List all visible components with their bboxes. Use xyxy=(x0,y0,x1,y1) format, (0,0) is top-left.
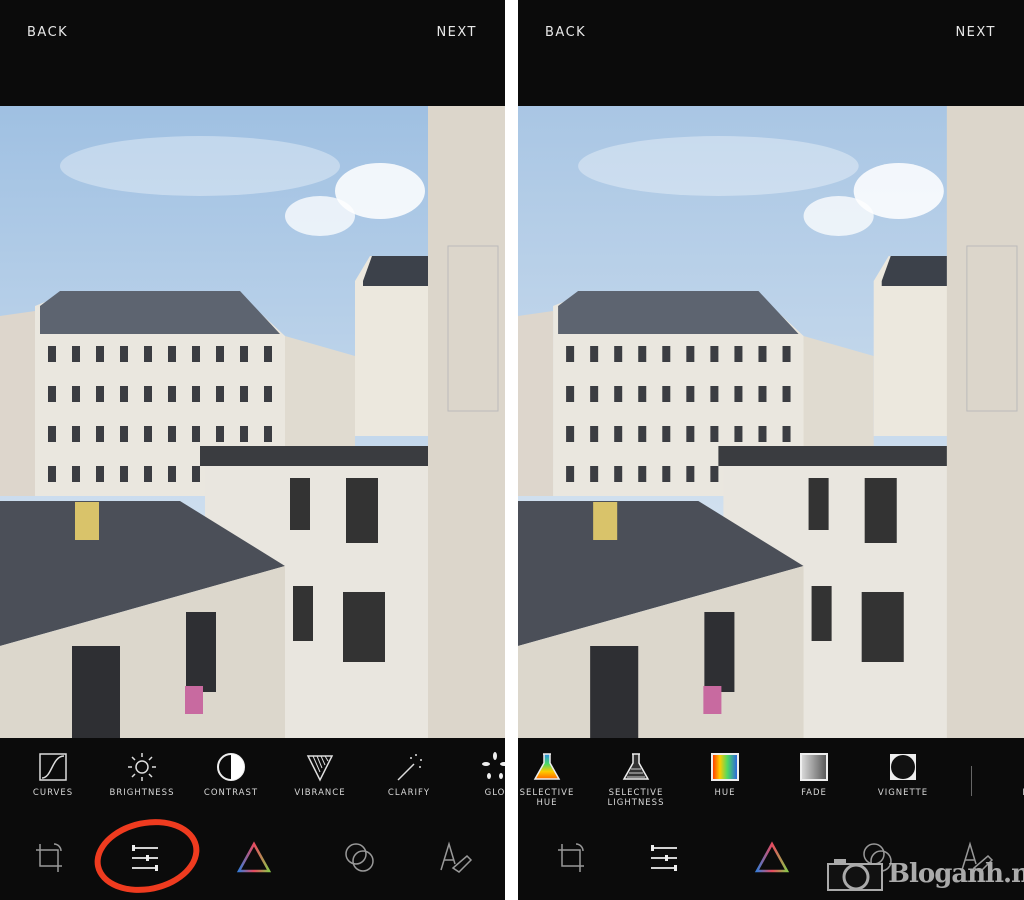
bottom-nav xyxy=(0,840,505,880)
next-button[interactable]: NEXT xyxy=(436,25,477,40)
tool-hue[interactable]: HUE xyxy=(680,752,770,798)
glow-icon xyxy=(482,752,505,779)
vibrance-icon xyxy=(306,755,334,782)
watermark-text: Bloganh.net xyxy=(888,859,1024,889)
left-editor-screen: BACK NEXT CURVES BRIGHTNESS CONTRAST VIB… xyxy=(0,0,505,900)
curves-icon xyxy=(39,753,67,781)
adjust-tools-row[interactable]: CURVES BRIGHTNESS CONTRAST VIBRANCE CLAR… xyxy=(0,752,505,822)
camera-icon xyxy=(827,859,883,891)
tool-label: VIBRANCE xyxy=(294,788,346,798)
photo-preview xyxy=(518,106,1024,738)
grey-flask-icon xyxy=(622,753,650,780)
overlay-circles-icon[interactable] xyxy=(342,840,378,876)
tool-label: EX xyxy=(984,788,1024,798)
tool-selective-hue[interactable]: SELECTIVE HUE xyxy=(518,752,592,808)
tool-selective-lightness[interactable]: SELECTIVE LIGHTNESS xyxy=(591,752,681,808)
vignette-icon xyxy=(890,754,916,780)
tool-contrast[interactable]: CONTRAST xyxy=(186,752,276,798)
tool-label: BRIGHTNESS xyxy=(109,788,175,798)
watermark: Bloganh.net xyxy=(826,852,1024,896)
tool-curves[interactable]: CURVES xyxy=(8,752,98,798)
back-button[interactable]: BACK xyxy=(545,25,586,40)
right-editor-screen: BACK NEXT SELECTIVE HUE SELECTIVE LIGHTN… xyxy=(518,0,1024,900)
tool-glow[interactable]: GLO xyxy=(450,752,505,798)
tool-partial[interactable]: EX xyxy=(984,788,1024,798)
contrast-icon xyxy=(217,753,245,781)
prism-triangle-icon[interactable] xyxy=(236,840,272,876)
red-annotation-circle xyxy=(87,809,207,900)
tool-vignette[interactable]: VIGNETTE xyxy=(858,752,948,798)
crop-rotate-icon[interactable] xyxy=(554,840,590,876)
tool-label: GLO xyxy=(484,788,505,798)
crop-rotate-icon[interactable] xyxy=(32,840,68,876)
tool-label: CLARIFY xyxy=(387,788,431,798)
tool-label: HUE xyxy=(714,788,736,798)
tool-label: SELECTIVE HUE xyxy=(519,788,575,808)
fade-square-icon xyxy=(800,753,828,781)
tool-label: FADE xyxy=(801,788,827,798)
magic-wand-icon xyxy=(397,754,422,781)
tool-label: SELECTIVE LIGHTNESS xyxy=(607,788,665,808)
photo-preview xyxy=(0,106,505,738)
tool-brightness[interactable]: BRIGHTNESS xyxy=(97,752,187,798)
tool-clarify[interactable]: CLARIFY xyxy=(364,752,454,798)
tool-vibrance[interactable]: VIBRANCE xyxy=(275,752,365,798)
back-button[interactable]: BACK xyxy=(27,25,68,40)
rainbow-square-icon xyxy=(711,753,739,781)
sun-icon xyxy=(128,753,156,781)
adjust-tools-row[interactable]: SELECTIVE HUE SELECTIVE LIGHTNESS HUE FA… xyxy=(518,752,1024,822)
tool-label: VIGNETTE xyxy=(877,788,929,798)
prism-triangle-icon[interactable] xyxy=(754,840,790,876)
tool-fade[interactable]: FADE xyxy=(769,752,859,798)
tool-label: CONTRAST xyxy=(203,788,259,798)
tools-divider xyxy=(971,766,972,796)
sliders-icon[interactable] xyxy=(646,840,682,876)
next-button[interactable]: NEXT xyxy=(955,25,996,40)
color-flask-icon xyxy=(533,753,561,780)
text-pen-icon[interactable] xyxy=(437,840,473,876)
tool-label: CURVES xyxy=(32,788,74,798)
